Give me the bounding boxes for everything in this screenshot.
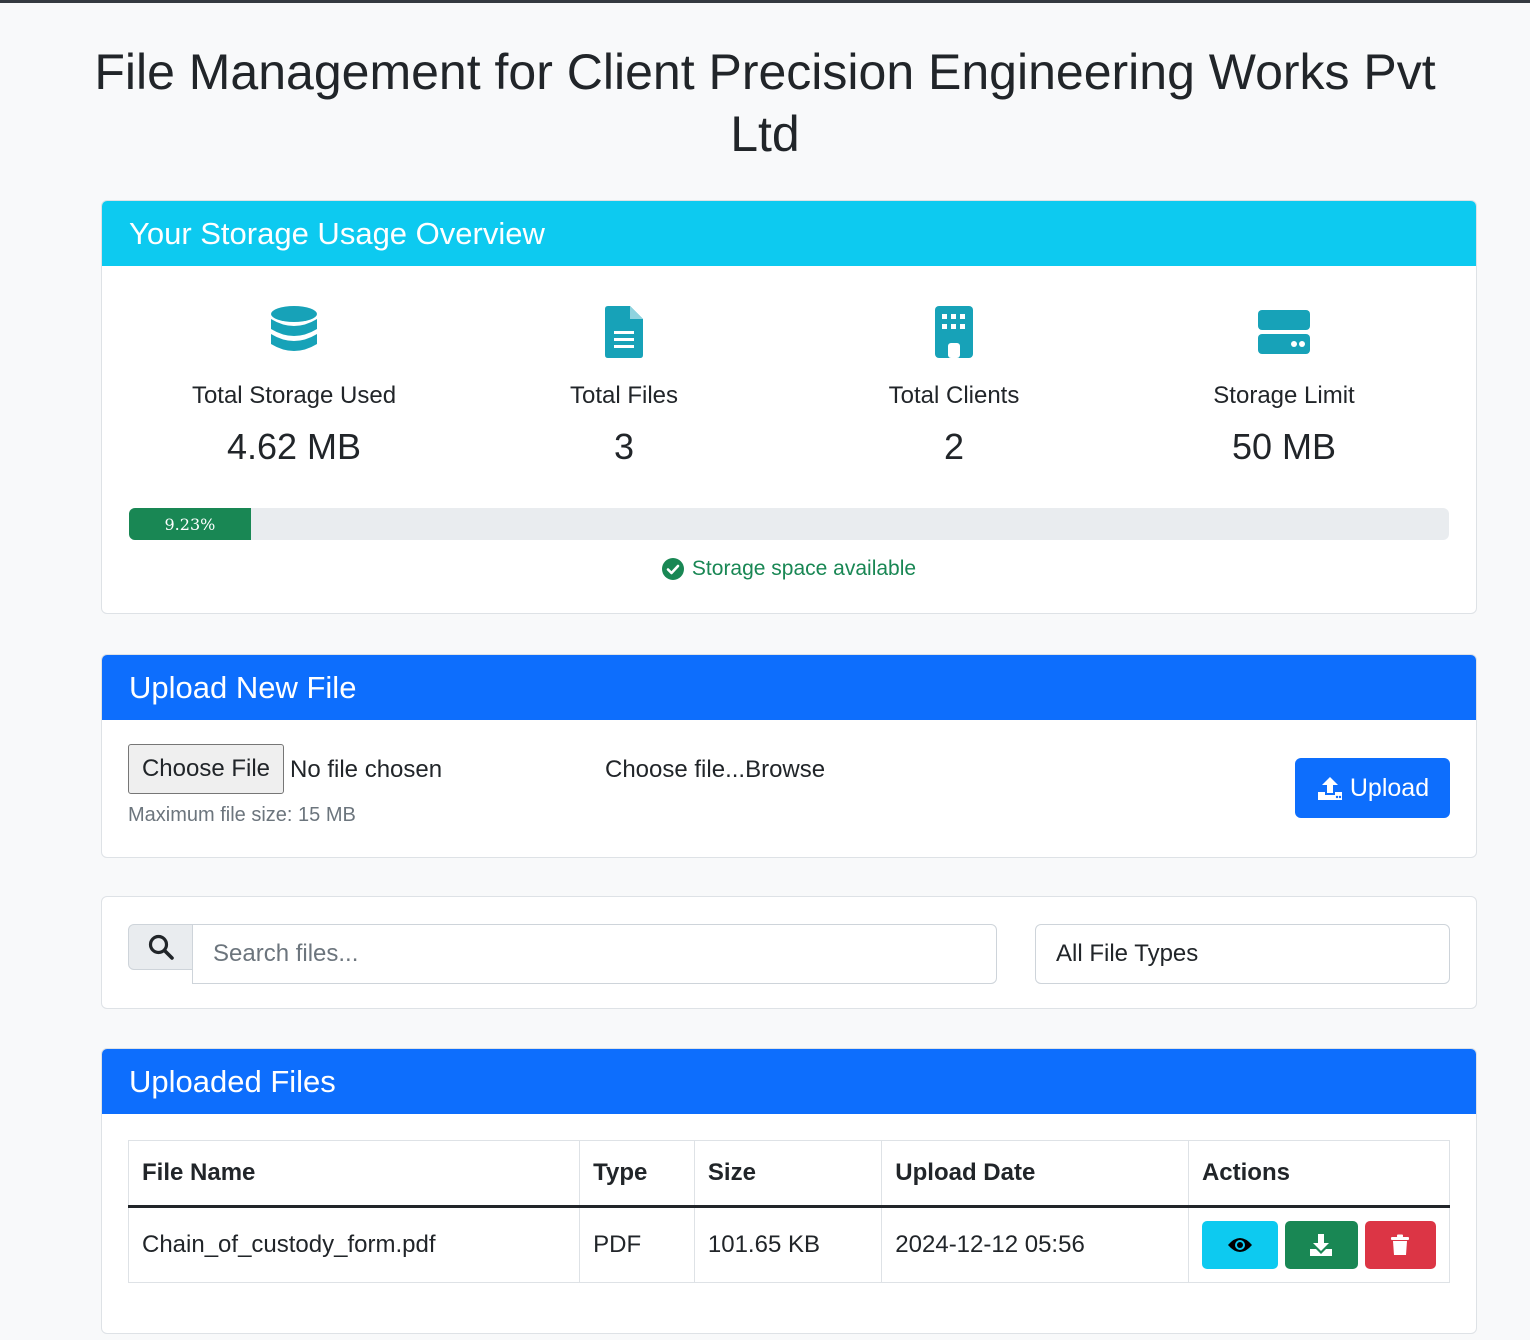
trash-icon: [1391, 1234, 1410, 1255]
stat-value: 50 MB: [1231, 426, 1337, 467]
column-header-size: Size: [693, 1140, 883, 1208]
actions-cell: [1187, 1206, 1451, 1283]
storage-progress-bar: 9.23%: [129, 508, 251, 540]
view-button[interactable]: [1201, 1221, 1278, 1269]
stat-label: Total Files: [569, 382, 679, 409]
check-circle-icon: [661, 558, 684, 580]
hdd-icon: [1119, 304, 1449, 360]
uploaded-files-header: Uploaded Files: [102, 1049, 1476, 1114]
storage-overview-card: Your Storage Usage Overview Total Storag…: [101, 200, 1477, 614]
browse-label[interactable]: Choose file...Browse: [605, 756, 825, 784]
storage-status-text: Storage space available: [691, 557, 917, 580]
storage-stats: Total Storage Used 4.62 MB Total Files 3: [102, 266, 1476, 468]
column-header-actions: Actions: [1187, 1140, 1451, 1208]
stat-total-clients: Total Clients 2: [789, 304, 1119, 468]
file-size-cell: 101.65 KB: [693, 1206, 883, 1283]
column-header-type: Type: [579, 1140, 695, 1208]
storage-overview-header: Your Storage Usage Overview: [102, 201, 1476, 266]
files-table-wrap: File Name Type Size Upload Date Actions …: [102, 1114, 1476, 1283]
table-header-row: File Name Type Size Upload Date Actions: [127, 1140, 1451, 1208]
storage-status: Storage space available: [102, 557, 1476, 581]
search-addon: [128, 924, 193, 970]
stat-value: 3: [613, 426, 635, 467]
delete-button[interactable]: [1364, 1221, 1436, 1269]
files-table: File Name Type Size Upload Date Actions …: [127, 1140, 1451, 1283]
stat-value: 4.62 MB: [226, 426, 362, 467]
storage-progress: 9.23%: [129, 508, 1449, 540]
upload-button[interactable]: Upload: [1295, 758, 1450, 818]
stat-total-files: Total Files 3: [459, 304, 789, 468]
building-icon: [789, 304, 1119, 360]
stat-value: 2: [943, 426, 965, 467]
stat-label: Total Clients: [888, 382, 1020, 409]
upload-button-label: Upload: [1349, 773, 1430, 802]
upload-body: Choose File No file chosen Choose file..…: [102, 720, 1476, 857]
search-input[interactable]: [192, 924, 997, 984]
no-file-chosen-text: No file chosen: [290, 756, 443, 783]
download-icon: [1310, 1234, 1333, 1256]
file-icon: [459, 304, 789, 360]
upload-header: Upload New File: [102, 655, 1476, 720]
upload-icon: [1317, 777, 1342, 800]
file-name-cell: Chain_of_custody_form.pdf: [127, 1206, 581, 1283]
file-type-select[interactable]: All File Types: [1035, 924, 1450, 984]
upload-card: Upload New File Choose File No file chos…: [101, 654, 1477, 858]
stat-storage-limit: Storage Limit 50 MB: [1119, 304, 1449, 468]
eye-icon: [1227, 1238, 1252, 1252]
table-row: Chain_of_custody_form.pdf PDF 101.65 KB …: [127, 1206, 1451, 1283]
choose-file-button[interactable]: Choose File: [128, 744, 284, 794]
search-icon: [148, 934, 174, 960]
file-type-cell: PDF: [579, 1206, 695, 1283]
search-card: All File Types: [101, 896, 1477, 1009]
stat-total-storage: Total Storage Used 4.62 MB: [129, 304, 459, 468]
uploaded-files-card: Uploaded Files File Name Type Size Uploa…: [101, 1048, 1477, 1334]
stat-label: Total Storage Used: [191, 382, 397, 409]
page-title: File Management for Client Precision Eng…: [94, 44, 1436, 162]
column-header-file-name: File Name: [127, 1140, 581, 1208]
file-date-cell: 2024-12-12 05:56: [881, 1206, 1189, 1283]
max-file-size-hint: Maximum file size: 15 MB: [128, 804, 356, 826]
stat-label: Storage Limit: [1213, 382, 1355, 409]
column-header-upload-date: Upload Date: [881, 1140, 1189, 1208]
database-icon: [129, 304, 459, 360]
download-button[interactable]: [1284, 1221, 1358, 1269]
row-actions: [1201, 1221, 1436, 1269]
